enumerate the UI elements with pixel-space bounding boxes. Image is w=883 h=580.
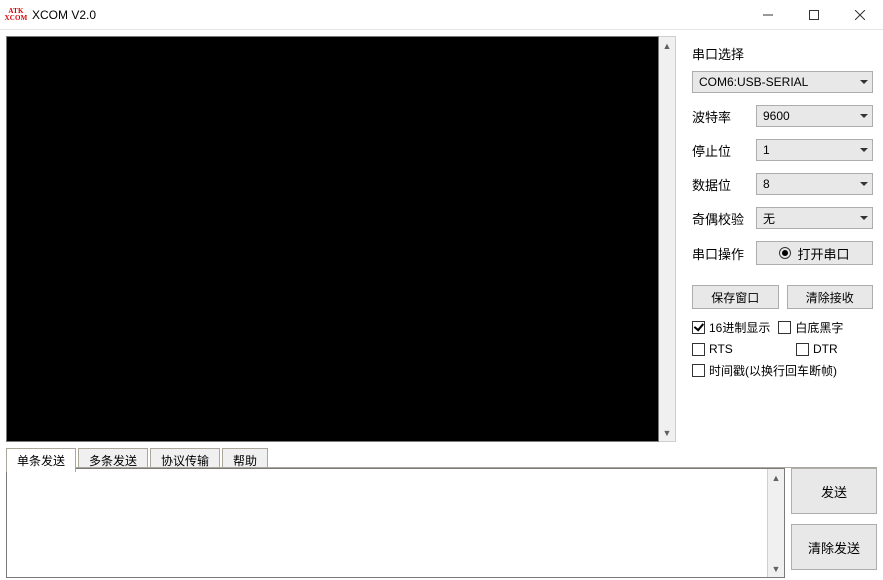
save-window-label: 保存窗口 [711, 289, 759, 306]
chevron-down-icon [860, 114, 868, 118]
hex-display-label: 16进制显示 [709, 319, 770, 336]
send-area: ▲ ▼ 发送 清除发送 [6, 468, 877, 578]
databits-label: 数据位 [692, 175, 756, 194]
send-textarea[interactable] [7, 469, 767, 577]
save-window-button[interactable]: 保存窗口 [692, 285, 779, 309]
databits-select[interactable]: 8 [756, 173, 873, 195]
chevron-down-icon [860, 148, 868, 152]
send-scrollbar[interactable]: ▲ ▼ [767, 469, 784, 577]
baud-label: 波特率 [692, 107, 756, 126]
tab-multi-label: 多条发送 [89, 454, 137, 468]
baud-value: 9600 [763, 109, 790, 123]
minimize-button[interactable] [745, 0, 791, 30]
clear-recv-label: 清除接收 [806, 289, 854, 306]
port-select-value: COM6:USB-SERIAL [699, 75, 808, 89]
dtr-checkbox[interactable] [796, 343, 809, 356]
send-button[interactable]: 发送 [791, 468, 877, 514]
app-icon-text-bottom: XCOM [5, 15, 28, 22]
send-button-label: 发送 [821, 482, 847, 501]
tab-help-label: 帮助 [233, 454, 257, 468]
maximize-button[interactable] [791, 0, 837, 30]
scroll-down-icon[interactable]: ▼ [659, 424, 675, 441]
dtr-label: DTR [813, 342, 838, 356]
stopbits-select[interactable]: 1 [756, 139, 873, 161]
hex-display-checkbox[interactable] [692, 321, 705, 334]
receive-area: ▲ ▼ [0, 30, 680, 448]
window-title: XCOM V2.0 [32, 8, 96, 22]
scroll-up-icon[interactable]: ▲ [768, 469, 784, 486]
port-op-label: 串口操作 [692, 244, 756, 263]
open-port-label: 打开串口 [797, 244, 849, 263]
window-controls [745, 0, 883, 30]
port-select[interactable]: COM6:USB-SERIAL [692, 71, 873, 93]
tab-proto-label: 协议传输 [161, 454, 209, 468]
app-icon: ATK XCOM [4, 0, 28, 30]
stopbits-label: 停止位 [692, 141, 756, 160]
chevron-down-icon [860, 80, 868, 84]
close-button[interactable] [837, 0, 883, 30]
parity-select[interactable]: 无 [756, 207, 873, 229]
scroll-up-icon[interactable]: ▲ [659, 37, 675, 54]
baud-select[interactable]: 9600 [756, 105, 873, 127]
title-bar: ATK XCOM XCOM V2.0 [0, 0, 883, 30]
rts-label: RTS [709, 342, 733, 356]
parity-value: 无 [763, 210, 775, 227]
serial-select-label: 串口选择 [692, 44, 873, 63]
chevron-down-icon [860, 216, 868, 220]
clear-send-button[interactable]: 清除发送 [791, 524, 877, 570]
receive-textarea[interactable] [6, 36, 659, 442]
timestamp-label: 时间戳(以换行回车断帧) [709, 362, 837, 379]
tab-single-label: 单条发送 [17, 454, 65, 468]
open-port-button[interactable]: 打开串口 [756, 241, 873, 265]
white-bg-label: 白底黑字 [795, 319, 843, 336]
serial-settings-panel: 串口选择 COM6:USB-SERIAL 波特率 9600 停止位 1 数据位 [680, 30, 883, 448]
timestamp-checkbox[interactable] [692, 364, 705, 377]
tab-single-send[interactable]: 单条发送 [6, 448, 76, 472]
parity-label: 奇偶校验 [692, 209, 756, 228]
rts-checkbox[interactable] [692, 343, 705, 356]
clear-recv-button[interactable]: 清除接收 [787, 285, 874, 309]
white-bg-checkbox[interactable] [778, 321, 791, 334]
scroll-down-icon[interactable]: ▼ [768, 560, 784, 577]
port-status-indicator-icon [779, 247, 791, 259]
stopbits-value: 1 [763, 143, 770, 157]
clear-send-label: 清除发送 [808, 538, 860, 557]
receive-scrollbar[interactable]: ▲ ▼ [659, 36, 676, 442]
chevron-down-icon [860, 182, 868, 186]
databits-value: 8 [763, 177, 770, 191]
